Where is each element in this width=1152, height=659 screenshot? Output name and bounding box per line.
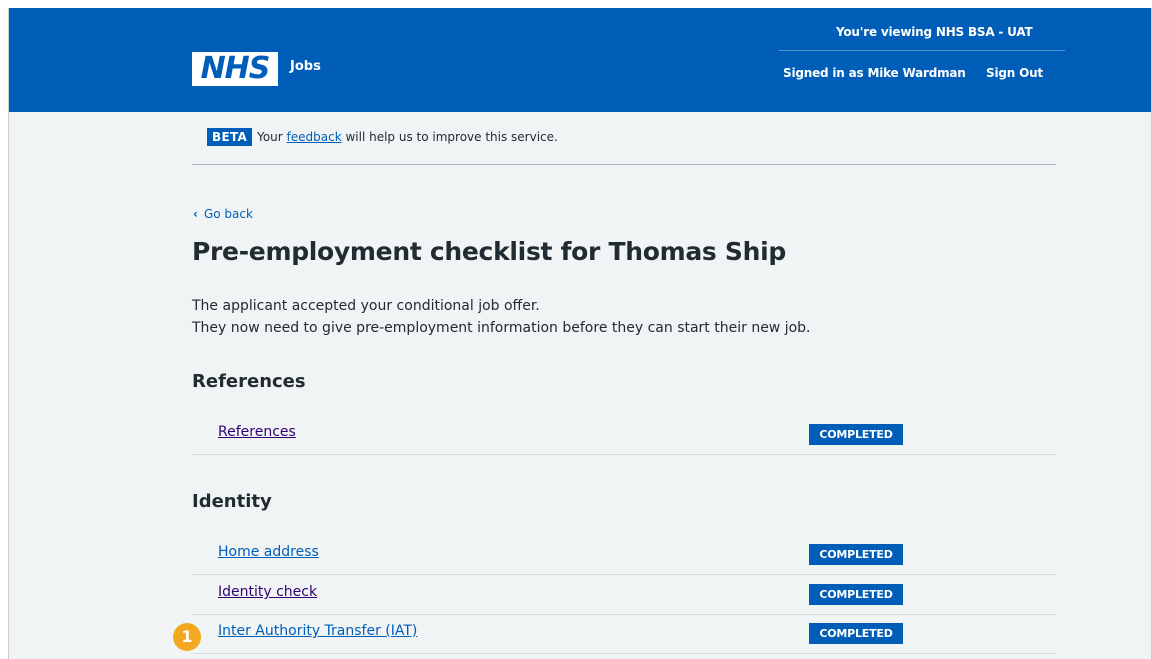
status-badge: COMPLETED: [809, 584, 903, 605]
status-badge: COMPLETED: [809, 623, 903, 644]
chevron-left-icon: ‹: [193, 207, 198, 221]
signed-in-text: Signed in as Mike Wardman: [783, 66, 966, 80]
status-badge: COMPLETED: [809, 544, 903, 565]
task-link-references[interactable]: References: [218, 424, 296, 440]
intro-line-2: They now need to give pre-employment inf…: [192, 320, 811, 336]
feedback-link[interactable]: feedback: [287, 130, 342, 144]
section-heading-identity: Identity: [192, 491, 272, 512]
sign-out-link[interactable]: Sign Out: [986, 66, 1043, 80]
task-link-identity-check[interactable]: Identity check: [218, 584, 317, 600]
go-back-link[interactable]: ‹ Go back: [193, 207, 253, 221]
service-name[interactable]: Jobs: [290, 59, 321, 74]
beta-prefix: Your: [257, 130, 287, 144]
nhs-logo[interactable]: NHS: [192, 52, 278, 86]
site-header: You're viewing NHS BSA - UAT NHS Jobs Si…: [9, 8, 1151, 112]
header-divider: [779, 50, 1065, 51]
beta-divider: [192, 164, 1056, 165]
beta-banner: BETA Your feedback will help us to impro…: [207, 128, 558, 146]
beta-suffix: will help us to improve this service.: [341, 130, 558, 144]
page-frame: You're viewing NHS BSA - UAT NHS Jobs Si…: [8, 8, 1152, 659]
task-link-home-address[interactable]: Home address: [218, 544, 319, 560]
task-row-home-address: Home address COMPLETED: [192, 535, 1056, 575]
beta-message: Your feedback will help us to improve th…: [257, 130, 558, 144]
task-row-iat: Inter Authority Transfer (IAT) COMPLETED: [192, 614, 1056, 654]
section-heading-references: References: [192, 371, 306, 392]
go-back-label: Go back: [203, 207, 253, 221]
task-row-references: References COMPLETED: [192, 415, 1056, 455]
task-link-iat[interactable]: Inter Authority Transfer (IAT): [218, 623, 417, 639]
callout-number-badge: 1: [173, 623, 201, 651]
intro-text: The applicant accepted your conditional …: [192, 295, 811, 339]
status-badge: COMPLETED: [809, 424, 903, 445]
intro-line-1: The applicant accepted your conditional …: [192, 298, 540, 314]
beta-tag: BETA: [207, 128, 253, 146]
task-row-identity-check: Identity check COMPLETED: [192, 575, 1056, 615]
environment-banner: You're viewing NHS BSA - UAT: [836, 25, 1033, 39]
page-title: Pre-employment checklist for Thomas Ship: [192, 237, 786, 266]
